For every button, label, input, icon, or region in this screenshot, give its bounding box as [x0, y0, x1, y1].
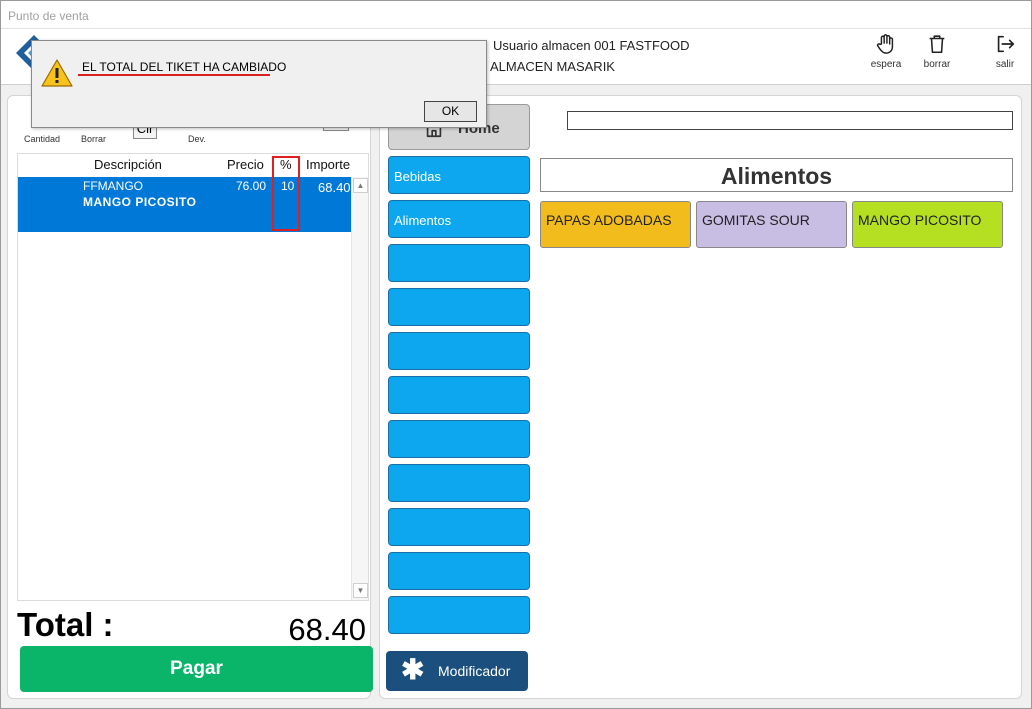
col-importe[interactable]: Importe [306, 157, 350, 172]
product-mango-picosito[interactable]: MANGO PICOSITO [852, 201, 1003, 248]
grid-scrollbar[interactable]: ▲ ▼ [351, 177, 368, 600]
category-empty[interactable] [388, 332, 530, 370]
item-precio: 76.00 [236, 179, 267, 193]
hand-icon [876, 34, 894, 54]
category-label: Alimentos [394, 213, 452, 228]
category-alimentos[interactable]: Alimentos [388, 200, 530, 238]
category-empty[interactable] [388, 244, 530, 282]
product-papas-adobadas[interactable]: PAPAS ADOBADAS [540, 201, 691, 248]
product-label: PAPAS ADOBADAS [546, 212, 672, 228]
category-empty[interactable] [388, 464, 530, 502]
product-gomitas-sour[interactable]: GOMITAS SOUR [696, 201, 847, 248]
cantidad-label[interactable]: Cantidad [24, 134, 60, 144]
group-title: Alimentos [540, 158, 1013, 192]
category-empty[interactable] [388, 552, 530, 590]
category-empty[interactable] [388, 420, 530, 458]
product-label: GOMITAS SOUR [702, 212, 810, 228]
scroll-down-icon[interactable]: ▼ [353, 583, 368, 598]
category-empty[interactable] [388, 376, 530, 414]
col-descripcion[interactable]: Descripción [94, 157, 162, 172]
category-empty[interactable] [388, 596, 530, 634]
ok-button[interactable]: OK [424, 101, 477, 122]
col-precio[interactable]: Precio [227, 157, 264, 172]
discount-highlight [272, 156, 300, 231]
logout-icon [997, 35, 1015, 53]
user-name: Usuario almacen 001 FASTFOOD [493, 38, 690, 53]
window-title: Punto de venta [8, 9, 89, 23]
category-label: Bebidas [394, 169, 441, 184]
borrar-label: borrar [923, 59, 951, 70]
borrar-button[interactable]: borrar [915, 33, 959, 81]
message-underline [78, 74, 270, 76]
store-name: ALMACEN MASARIK [490, 59, 615, 74]
espera-label: espera [870, 59, 902, 70]
modificador-label: Modificador [438, 663, 511, 679]
category-empty[interactable] [388, 508, 530, 546]
asterisk-icon: ✱ [401, 654, 425, 685]
category-empty[interactable] [388, 288, 530, 326]
scroll-up-icon[interactable]: ▲ [353, 178, 368, 193]
modificador-button[interactable]: ✱ Modificador [386, 651, 528, 691]
product-label: MANGO PICOSITO [858, 212, 982, 228]
search-input[interactable] [567, 111, 1013, 130]
salir-label: salir [995, 59, 1015, 70]
warning-icon [41, 58, 73, 91]
pagar-button[interactable]: Pagar [20, 646, 373, 692]
total-value: 68.40 [288, 612, 366, 647]
table-row[interactable]: FFMANGO MANGO PICOSITO 76.00 10 68.40 [18, 177, 351, 232]
espera-button[interactable]: espera [864, 33, 908, 81]
title-bar: Punto de venta [1, 1, 1031, 29]
dev-label[interactable]: Dev. [188, 134, 206, 144]
item-importe: 68.40 [318, 180, 351, 195]
alert-dialog [31, 40, 487, 128]
category-bebidas[interactable]: Bebidas [388, 156, 530, 194]
borrar-tool-label[interactable]: Borrar [81, 134, 106, 144]
trash-icon [929, 35, 945, 54]
item-code: FFMANGO [83, 179, 143, 193]
item-name: MANGO PICOSITO [83, 195, 197, 209]
total-label: Total : [17, 606, 114, 643]
salir-button[interactable]: salir [983, 33, 1027, 81]
dialog-message: EL TOTAL DEL TIKET HA CAMBIADO [82, 60, 287, 74]
grid-header: Descripción Precio % Importe [18, 154, 352, 176]
